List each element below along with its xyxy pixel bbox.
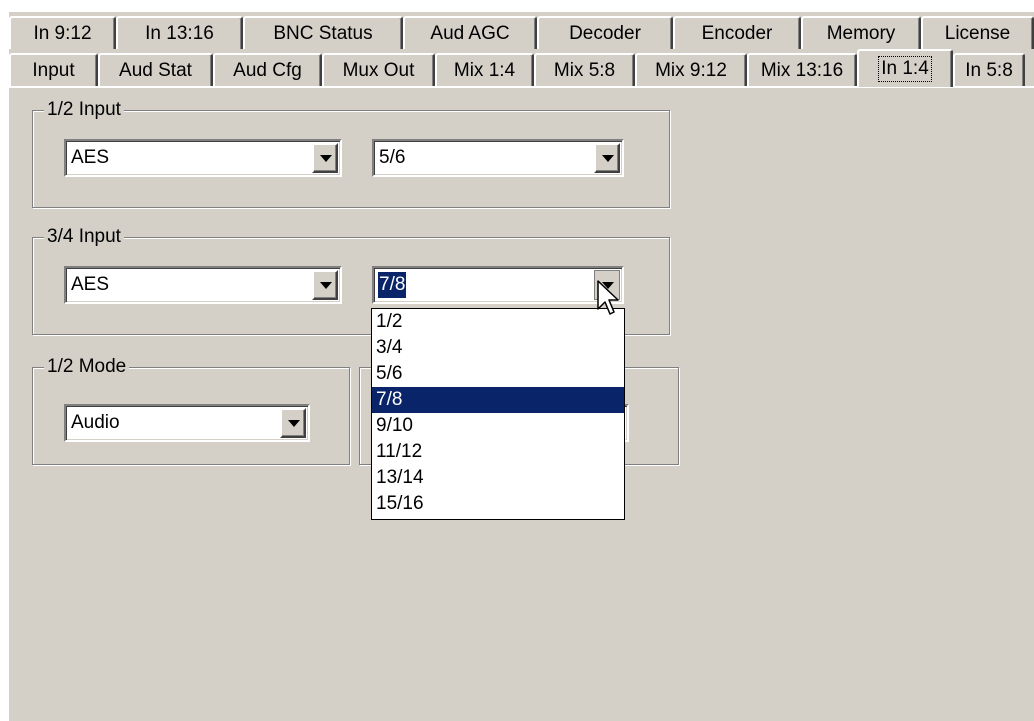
source-select-12[interactable]: AES	[64, 139, 342, 177]
dropdown-option[interactable]: 1/2	[372, 309, 624, 335]
chevron-down-icon	[320, 282, 332, 289]
tab-label: BNC Status	[273, 22, 373, 44]
tab-row-back: In 9:12 In 13:16 BNC Status Aud AGC Deco…	[9, 16, 1034, 49]
pair-value: 7/8	[376, 271, 408, 299]
pair-select-34[interactable]: 7/8	[372, 266, 624, 304]
tab-in-13-16[interactable]: In 13:16	[116, 16, 243, 49]
group-legend: 1/2 Mode	[44, 355, 130, 379]
dropdown-option[interactable]: 3/4	[372, 335, 624, 361]
tab-mix-9-12[interactable]: Mix 9:12	[635, 53, 747, 86]
dropdown-button[interactable]	[312, 143, 338, 173]
dropdown-button[interactable]	[280, 408, 306, 438]
chevron-down-icon	[602, 155, 614, 162]
tab-mux-out[interactable]: Mux Out	[322, 53, 435, 86]
tab-input[interactable]: Input	[9, 53, 98, 86]
tab-aud-stat[interactable]: Aud Stat	[98, 53, 213, 86]
group-legend: 1/2 Input	[44, 98, 124, 122]
dropdown-option[interactable]: 11/12	[372, 439, 624, 465]
tab-mix-1-4[interactable]: Mix 1:4	[435, 53, 534, 86]
mode-select-12[interactable]: Audio	[64, 404, 310, 442]
dropdown-option[interactable]: 9/10	[372, 413, 624, 439]
tab-label: License	[944, 22, 1011, 44]
pair-value: 5/6	[379, 147, 406, 168]
dropdown-option-selected[interactable]: 7/8	[372, 387, 624, 413]
dropdown-option[interactable]: 5/6	[372, 361, 624, 387]
tab-label: Aud Cfg	[233, 59, 302, 81]
source-select-34[interactable]: AES	[64, 266, 342, 304]
source-value: AES	[71, 274, 110, 295]
tab-label: Aud AGC	[430, 22, 510, 44]
tab-mix-13-16[interactable]: Mix 13:16	[747, 53, 857, 86]
group-legend: 3/4 Input	[44, 225, 124, 249]
pair-select-12[interactable]: 5/6	[372, 139, 624, 177]
tab-label: In 1:4	[878, 56, 932, 82]
tab-row-front: Input Aud Stat Aud Cfg Mux Out Mix 1:4 M…	[9, 49, 1025, 87]
tab-in-9-12[interactable]: In 9:12	[9, 16, 116, 49]
tab-label: In 5:8	[965, 59, 1013, 81]
dropdown-button[interactable]	[594, 143, 620, 173]
tab-label: Input	[32, 59, 75, 81]
chevron-down-icon	[320, 155, 332, 162]
tab-decoder[interactable]: Decoder	[537, 16, 673, 49]
tab-label: In 9:12	[33, 22, 92, 44]
group-input-12: 1/2 Input AES 5/6	[32, 98, 670, 208]
tab-aud-cfg[interactable]: Aud Cfg	[213, 53, 322, 86]
tab-label: Decoder	[569, 22, 641, 44]
mode-value: Audio	[71, 412, 120, 433]
tab-in-5-8[interactable]: In 5:8	[953, 53, 1025, 86]
chevron-down-icon	[288, 420, 300, 427]
tab-label: Mix 1:4	[453, 59, 516, 81]
tab-label: Memory	[826, 22, 896, 44]
config-window: In 9:12 In 13:16 BNC Status Aud AGC Deco…	[9, 12, 1034, 721]
tab-label: Mix 5:8	[553, 59, 616, 81]
group-mode-12: 1/2 Mode Audio	[32, 355, 350, 465]
dropdown-option[interactable]: 15/16	[372, 491, 624, 517]
dropdown-option[interactable]: 13/14	[372, 465, 624, 491]
tab-memory[interactable]: Memory	[801, 16, 921, 49]
tab-label: Mix 13:16	[760, 59, 844, 81]
tab-label: In 13:16	[145, 22, 214, 44]
tab-license[interactable]: License	[921, 16, 1034, 49]
tab-label: Mux Out	[342, 59, 415, 81]
tab-encoder[interactable]: Encoder	[673, 16, 801, 49]
pair-dropdown-list[interactable]: 1/2 3/4 5/6 7/8 9/10 11/12 13/14 15/16	[371, 308, 625, 520]
tab-aud-agc[interactable]: Aud AGC	[403, 16, 537, 49]
tab-label: Encoder	[701, 22, 773, 44]
tab-in-1-4[interactable]: In 1:4	[857, 49, 953, 87]
tab-bnc-status[interactable]: BNC Status	[243, 16, 403, 49]
dropdown-button[interactable]	[312, 270, 338, 300]
mouse-pointer-icon	[597, 280, 619, 315]
tab-label: Aud Stat	[119, 59, 192, 81]
tab-label: Mix 9:12	[655, 59, 727, 81]
tab-mix-5-8[interactable]: Mix 5:8	[534, 53, 635, 86]
source-value: AES	[71, 147, 110, 168]
